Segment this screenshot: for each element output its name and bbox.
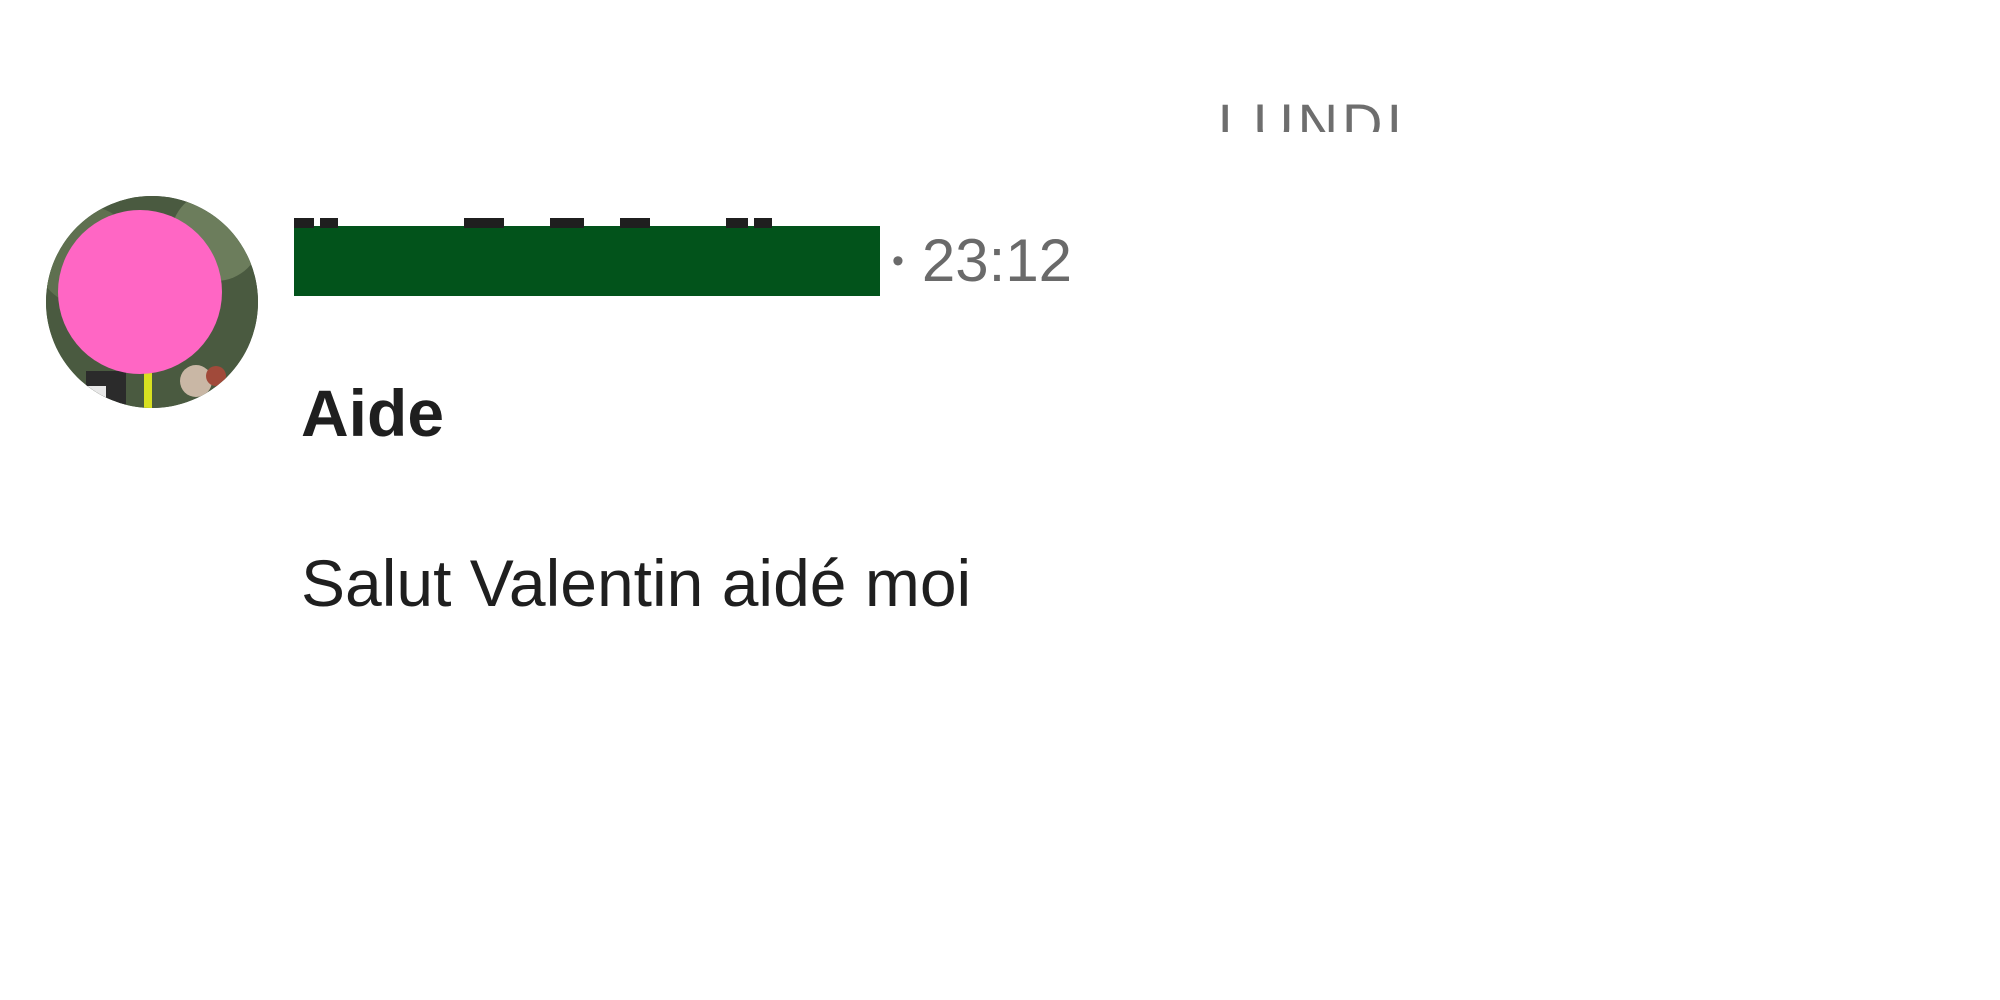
message-item[interactable]: • 23:12 Aide Salut Valentin aidé moi <box>0 196 2000 676</box>
day-separator-label: LUNDI <box>1218 92 1407 133</box>
avatar[interactable] <box>46 196 258 408</box>
conversation-view: LUNDI • 23:12 Aide Salut Valentin aidé m… <box>0 0 2000 1000</box>
author-name-redacted[interactable] <box>294 218 880 296</box>
message-subject: Aide <box>301 376 445 450</box>
day-separator: LUNDI <box>0 0 2000 133</box>
header-separator: • <box>892 242 904 280</box>
message-timestamp: 23:12 <box>921 227 1073 294</box>
message-body: Salut Valentin aidé moi <box>301 546 972 620</box>
author-name-fragment <box>294 218 880 228</box>
message-header: • 23:12 <box>294 218 1073 296</box>
avatar-redaction-overlay <box>58 210 222 374</box>
